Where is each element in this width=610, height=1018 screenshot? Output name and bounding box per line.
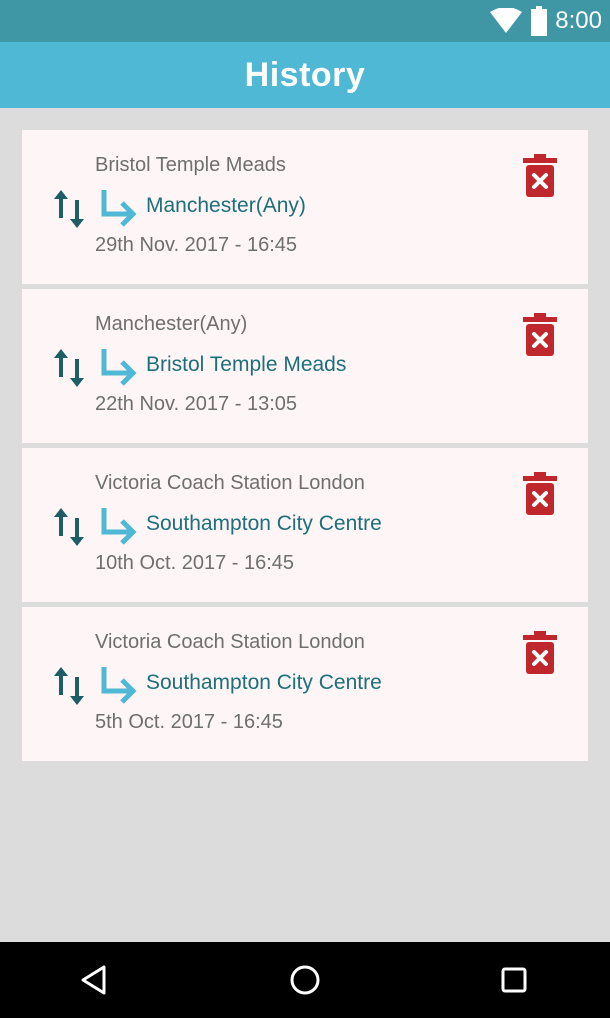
- history-card[interactable]: Victoria Coach Station London Southampto…: [22, 607, 588, 761]
- journey-date: 29th Nov. 2017 - 16:45: [95, 234, 297, 256]
- page-title: History: [244, 55, 366, 94]
- journey-date: 5th Oct. 2017 - 16:45: [95, 711, 283, 733]
- history-list: Bristol Temple Meads Manchester(Any) 29t…: [0, 108, 610, 942]
- delete-icon[interactable]: [520, 154, 560, 198]
- origin-station: Victoria Coach Station London: [95, 472, 365, 494]
- wifi-icon: [490, 8, 523, 33]
- swap-vertical-icon: [54, 508, 84, 546]
- subdirectory-arrow-icon: [101, 667, 137, 704]
- subdirectory-arrow-icon: [101, 349, 137, 386]
- app-bar: History: [0, 42, 610, 108]
- journey-date: 10th Oct. 2017 - 16:45: [95, 552, 295, 574]
- recents-square-icon[interactable]: [494, 960, 534, 1000]
- destination-station: Southampton City Centre: [146, 671, 382, 694]
- status-time: 8:00: [555, 7, 602, 34]
- status-bar: 8:00: [0, 0, 610, 42]
- subdirectory-arrow-icon: [101, 508, 137, 545]
- swap-vertical-icon: [54, 349, 84, 387]
- destination-station: Bristol Temple Meads: [146, 353, 347, 376]
- delete-icon[interactable]: [520, 631, 560, 675]
- history-card[interactable]: Victoria Coach Station London Southampto…: [22, 448, 588, 602]
- origin-station: Bristol Temple Meads: [95, 154, 286, 176]
- delete-icon[interactable]: [520, 472, 560, 516]
- journey-date: 22th Nov. 2017 - 13:05: [95, 393, 297, 415]
- battery-icon: [531, 6, 548, 36]
- back-triangle-icon[interactable]: [76, 960, 116, 1000]
- destination-station: Manchester(Any): [146, 194, 306, 217]
- delete-icon[interactable]: [520, 313, 560, 357]
- history-card[interactable]: Bristol Temple Meads Manchester(Any) 29t…: [22, 130, 588, 284]
- navigation-bar: [0, 942, 610, 1018]
- swap-vertical-icon: [54, 190, 84, 228]
- history-card[interactable]: Manchester(Any) Bristol Temple Meads 22t…: [22, 289, 588, 443]
- subdirectory-arrow-icon: [101, 190, 137, 227]
- swap-vertical-icon: [54, 667, 84, 705]
- status-icons: 8:00: [489, 6, 602, 36]
- origin-station: Victoria Coach Station London: [95, 631, 365, 653]
- home-circle-icon[interactable]: [285, 960, 325, 1000]
- origin-station: Manchester(Any): [95, 313, 248, 335]
- destination-station: Southampton City Centre: [146, 512, 382, 535]
